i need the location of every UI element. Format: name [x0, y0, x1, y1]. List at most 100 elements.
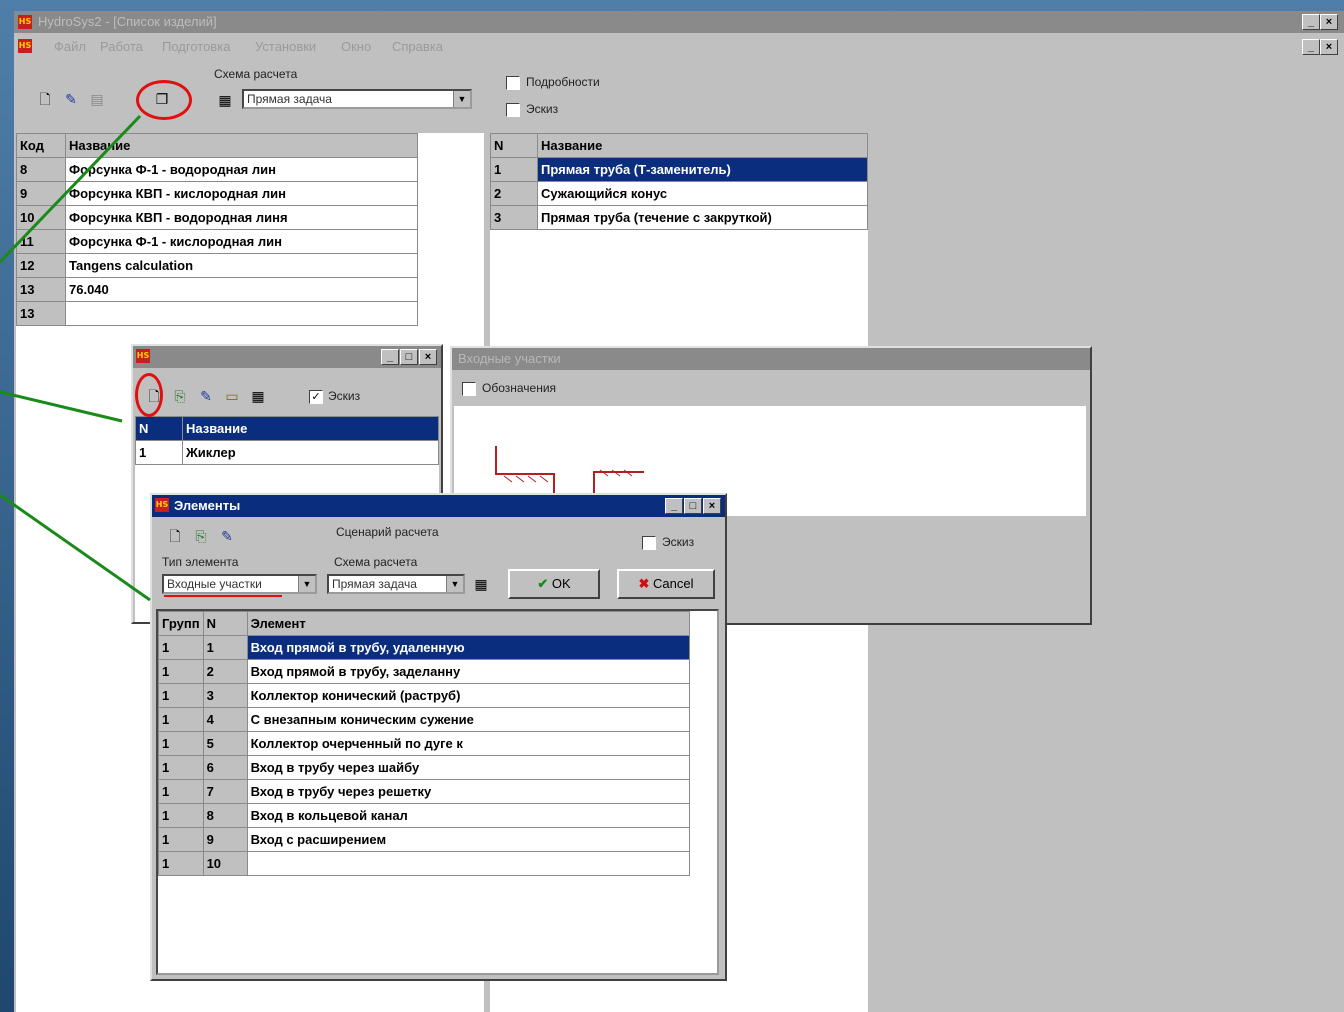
details-checkbox[interactable] — [506, 76, 520, 90]
menu-file[interactable]: Файл — [54, 39, 86, 54]
calculator-icon[interactable]: ▦ — [214, 89, 236, 111]
calculator-icon[interactable]: ▦ — [247, 385, 269, 407]
close-button[interactable]: × — [419, 349, 437, 365]
section-name[interactable]: Сужающийся конус — [537, 181, 868, 206]
elements-sketch-checkbox[interactable] — [642, 536, 656, 550]
table-row[interactable]: 14С внезапным коническим сужение — [158, 707, 691, 732]
copy-icon[interactable]: ⎘ — [190, 525, 212, 547]
minimize-button[interactable]: _ — [665, 498, 683, 514]
table-row[interactable]: 1 3 Коллектор конический (раструб) — [158, 683, 691, 708]
header-name[interactable]: Название — [537, 133, 868, 158]
maximize-button[interactable]: □ — [400, 349, 418, 365]
table-row[interactable]: 2 Сужающийся конус — [490, 181, 868, 206]
section-name[interactable]: Прямая труба (Т-заменитель) — [537, 157, 868, 182]
table-row[interactable]: 1 Жиклер — [135, 440, 439, 465]
table-row[interactable]: 1 5 Коллектор очерченный по дуге к — [158, 731, 691, 756]
header-n[interactable]: N — [490, 133, 538, 158]
doc-close-button[interactable]: × — [1320, 39, 1338, 55]
sections-header-row: N Название — [490, 133, 868, 158]
element-name[interactable]: Вход прямой в трубу, заделанну — [246, 659, 691, 684]
product-name[interactable]: Форсунка КВП - кислородная лин — [65, 181, 418, 206]
element-group: 1 — [158, 659, 204, 684]
product-name[interactable]: Форсунка Ф-1 - кислородная лин — [65, 229, 418, 254]
menu-bar: HS Файл Работа Подготовка Установки Окно… — [14, 35, 1344, 57]
sub-sketch-checkbox[interactable]: ✓ — [309, 390, 323, 404]
type-select[interactable]: Входные участки ▼ — [162, 574, 317, 594]
new-doc-icon[interactable]: 🗋 — [34, 88, 56, 110]
calculator-icon[interactable]: ▦ — [470, 573, 492, 595]
menu-settings[interactable]: Установки — [255, 39, 316, 54]
elements-panel: Групп N Элемент 1 1 Вход прямой в трубу, у… — [156, 609, 719, 975]
table-row[interactable]: 12 Tangens calculation — [16, 253, 418, 278]
element-n: 4 — [202, 707, 248, 732]
product-name[interactable] — [65, 301, 418, 326]
edit-icon[interactable]: ✎ — [195, 385, 217, 407]
element-group: 1 — [158, 635, 204, 660]
table-row[interactable]: 1 Прямая труба (Т-заменитель) — [490, 157, 868, 182]
minimize-button[interactable]: _ — [1302, 14, 1320, 30]
table-row[interactable]: 3 Прямая труба (течение с закруткой) — [490, 205, 868, 230]
legend-checkbox[interactable] — [462, 382, 476, 396]
element-name[interactable]: Коллектор очерченный по дуге к — [246, 731, 691, 756]
doc-minimize-button[interactable]: _ — [1302, 39, 1320, 55]
element-name[interactable] — [246, 851, 691, 876]
element-name[interactable]: Вход с расширением — [246, 827, 691, 852]
menu-work[interactable]: Работа — [100, 39, 143, 54]
element-name[interactable]: Коллектор конический (раструб) — [246, 683, 691, 708]
section-name[interactable]: Прямая труба (течение с закруткой) — [537, 205, 868, 230]
sketch-checkbox[interactable] — [506, 103, 520, 117]
chevron-down-icon[interactable]: ▼ — [446, 576, 463, 592]
header-code[interactable]: Код — [16, 133, 66, 158]
chevron-down-icon[interactable]: ▼ — [453, 91, 470, 107]
header-n[interactable]: N — [135, 416, 183, 441]
element-name[interactable]: Вход в трубу через решетку — [246, 779, 691, 804]
disabled-tool-icon: ▤ — [90, 91, 104, 107]
maximize-button[interactable]: □ — [684, 498, 702, 514]
scheme-select[interactable]: Прямая задача ▼ — [242, 89, 472, 109]
table-row[interactable]: 13 — [16, 301, 418, 326]
table-row[interactable]: 1 7 Вход в трубу через решетку — [158, 779, 691, 804]
header-element[interactable]: Элемент — [246, 611, 691, 636]
table-row[interactable]: 13 76.040 — [16, 277, 418, 302]
product-name[interactable]: Форсунка КВП - водородная линя — [65, 205, 418, 230]
element-name[interactable]: Вход прямой в трубу, удаленную — [246, 635, 691, 660]
copy-icon[interactable]: ⎘ — [169, 385, 191, 407]
table-row[interactable]: 10 Форсунка КВП - водородная линя — [16, 205, 418, 230]
close-button[interactable]: × — [1320, 14, 1338, 30]
edit-icon[interactable]: ✎ — [60, 88, 82, 110]
table-row[interactable]: 1 1 Вход прямой в трубу, удаленную — [158, 635, 691, 660]
table-row[interactable]: 8 Форсунка Ф-1 - водородная лин — [16, 157, 418, 182]
sketch-label: Эскиз — [526, 102, 559, 116]
new-doc-icon[interactable]: 🗋 — [164, 525, 186, 547]
header-n[interactable]: N — [202, 611, 248, 636]
header-name[interactable]: Название — [182, 416, 439, 441]
table-row[interactable]: 9 Форсунка КВП - кислородная лин — [16, 181, 418, 206]
minimize-button[interactable]: _ — [381, 349, 399, 365]
menu-prepare[interactable]: Подготовка — [162, 39, 230, 54]
menu-window[interactable]: Окно — [341, 39, 371, 54]
close-icon: ✖ — [638, 576, 650, 591]
header-group[interactable]: Групп — [158, 611, 204, 636]
table-row[interactable]: 1 6 Вход в трубу через шайбу — [158, 755, 691, 780]
close-button[interactable]: × — [703, 498, 721, 514]
product-name[interactable]: Tangens calculation — [65, 253, 418, 278]
scheme-select[interactable]: Прямая задача ▼ — [327, 574, 465, 594]
table-row[interactable]: 1 2 Вход прямой в трубу, заделанну — [158, 659, 691, 684]
table-row[interactable]: 1 8 Вход в кольцевой канал — [158, 803, 691, 828]
product-name[interactable]: Форсунка Ф-1 - водородная лин — [65, 157, 418, 182]
edit-icon[interactable]: ✎ — [216, 525, 238, 547]
table-row[interactable]: 1 10 — [158, 851, 691, 876]
element-name[interactable]: Вход в кольцевой канал — [246, 803, 691, 828]
table-row[interactable]: 11 Форсунка Ф-1 - кислородная лин — [16, 229, 418, 254]
element-name[interactable]: С внезапным коническим сужение — [246, 707, 691, 732]
product-name[interactable]: 76.040 — [65, 277, 418, 302]
ok-button[interactable]: ✔ OK — [508, 569, 600, 599]
table-row[interactable]: 1 9 Вход с расширением — [158, 827, 691, 852]
sub-name[interactable]: Жиклер — [182, 440, 439, 465]
cancel-button[interactable]: ✖ Cancel — [617, 569, 715, 599]
folder-icon[interactable]: ▭ — [221, 385, 243, 407]
chevron-down-icon[interactable]: ▼ — [298, 576, 315, 592]
menu-help[interactable]: Справка — [392, 39, 443, 54]
header-name[interactable]: Название — [65, 133, 418, 158]
element-name[interactable]: Вход в трубу через шайбу — [246, 755, 691, 780]
